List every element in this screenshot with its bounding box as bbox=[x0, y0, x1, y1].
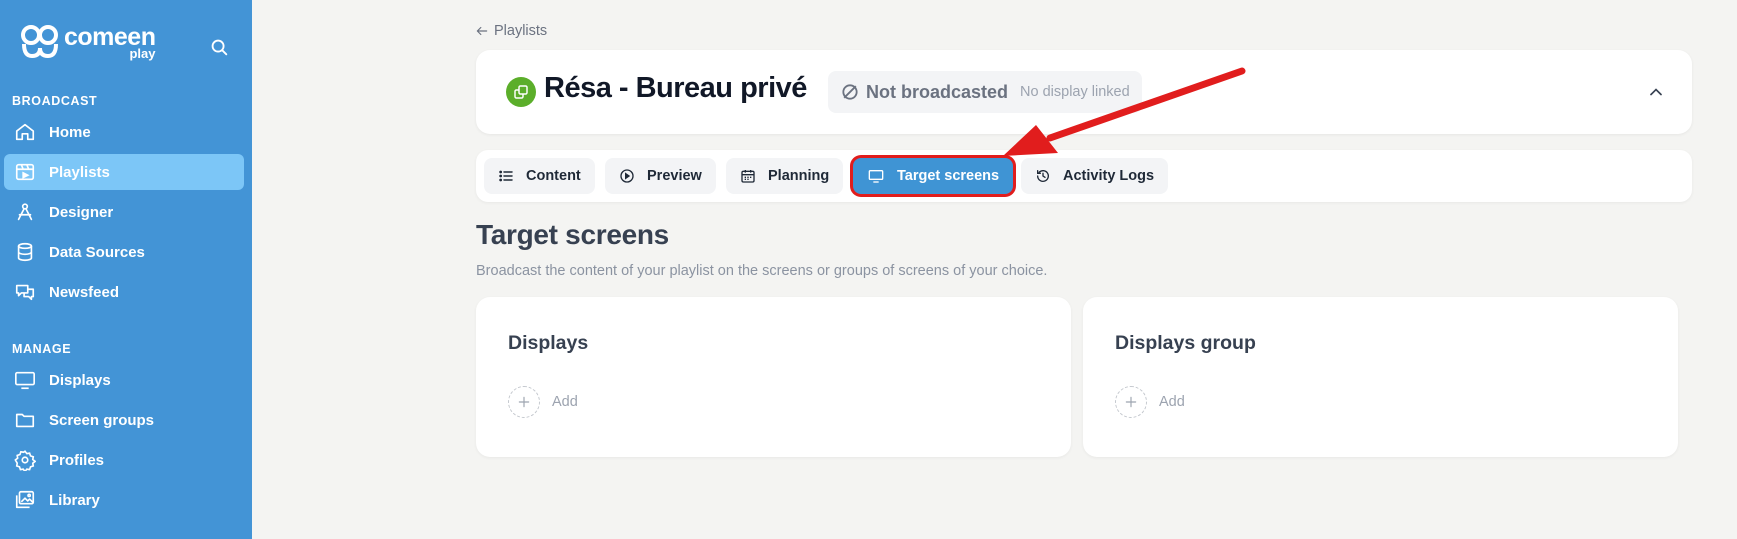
sidebar-item-label: Screen groups bbox=[49, 411, 155, 429]
sidebar-item-data-sources[interactable]: Data Sources bbox=[4, 234, 244, 270]
sidebar-item-label: Displays bbox=[49, 371, 111, 389]
sidebar-item-label: Library bbox=[49, 491, 100, 509]
sidebar-item-label: Designer bbox=[49, 203, 114, 221]
add-label: Add bbox=[1159, 394, 1185, 410]
home-icon bbox=[14, 121, 36, 143]
chat-icon bbox=[14, 281, 36, 303]
panel-title: Displays group bbox=[1115, 332, 1256, 354]
playlist-icon bbox=[14, 161, 36, 183]
tab-preview[interactable]: Preview bbox=[605, 158, 716, 194]
tab-content[interactable]: Content bbox=[484, 158, 595, 194]
sidebar-item-displays[interactable]: Displays bbox=[4, 362, 244, 398]
playlist-header-card: Résa - Bureau privé Not broadcasted No d… bbox=[476, 50, 1692, 134]
status-label: Not broadcasted bbox=[866, 81, 1009, 102]
status-detail: No display linked bbox=[1020, 84, 1130, 100]
calendar-icon bbox=[741, 170, 755, 183]
tab-label: Planning bbox=[768, 168, 830, 184]
add-display-group-button[interactable]: Add bbox=[1115, 386, 1185, 418]
search-icon bbox=[211, 39, 228, 56]
add-label: Add bbox=[552, 394, 578, 410]
back-to-playlists-link[interactable]: Playlists bbox=[475, 23, 547, 39]
not-broadcasted-icon bbox=[842, 84, 858, 100]
list-icon bbox=[499, 170, 513, 182]
plus-icon bbox=[508, 386, 540, 418]
database-icon bbox=[14, 241, 36, 263]
section-label-broadcast: BROADCAST bbox=[12, 94, 98, 108]
tab-label: Activity Logs bbox=[1063, 168, 1155, 184]
monitor-icon bbox=[868, 170, 884, 183]
play-icon bbox=[620, 169, 634, 183]
sidebar-item-label: Newsfeed bbox=[49, 283, 120, 301]
sidebar-item-newsfeed[interactable]: Newsfeed bbox=[4, 274, 244, 310]
playlist-badge bbox=[506, 77, 536, 107]
tab-label: Content bbox=[526, 168, 581, 184]
comeen-logo-icon bbox=[21, 25, 58, 59]
sidebar-item-playlists[interactable]: Playlists bbox=[4, 154, 244, 190]
sidebar-item-screen-groups[interactable]: Screen groups bbox=[4, 402, 244, 438]
arrow-left-icon bbox=[476, 26, 488, 36]
tab-planning[interactable]: Planning bbox=[726, 158, 844, 194]
designer-icon bbox=[14, 201, 36, 223]
tab-activity-logs[interactable]: Activity Logs bbox=[1021, 158, 1169, 194]
section-label-manage: MANAGE bbox=[12, 342, 72, 356]
sidebar-item-label: Playlists bbox=[49, 163, 110, 181]
copy-icon bbox=[514, 85, 528, 99]
folder-icon bbox=[14, 409, 36, 431]
sidebar-item-library[interactable]: Library bbox=[4, 482, 244, 518]
playlist-tabs: Content Preview Planning Target screens … bbox=[476, 150, 1692, 202]
images-icon bbox=[14, 489, 36, 511]
search-button[interactable] bbox=[208, 36, 230, 58]
sidebar-item-label: Data Sources bbox=[49, 243, 145, 261]
displays-panel: Displays Add bbox=[476, 297, 1071, 457]
displays-group-panel: Displays group Add bbox=[1083, 297, 1678, 457]
page-title: Target screens bbox=[476, 219, 669, 250]
sidebar: comeen play BROADCAST Home Playlists Des… bbox=[0, 0, 252, 539]
sidebar-item-home[interactable]: Home bbox=[4, 114, 244, 150]
sidebar-item-label: Profiles bbox=[49, 451, 105, 469]
history-icon bbox=[1037, 170, 1049, 182]
add-display-button[interactable]: Add bbox=[508, 386, 578, 418]
sidebar-item-label: Home bbox=[49, 123, 91, 141]
collapse-header-button[interactable] bbox=[1646, 82, 1666, 102]
broadcast-status-badge: Not broadcasted No display linked bbox=[828, 71, 1142, 113]
sidebar-item-profiles[interactable]: Profiles bbox=[4, 442, 244, 478]
panel-title: Displays bbox=[508, 332, 589, 354]
tab-label: Preview bbox=[647, 168, 702, 184]
comeen-logo[interactable]: comeen play bbox=[20, 24, 156, 60]
tab-target-screens[interactable]: Target screens bbox=[853, 158, 1014, 194]
back-link-label: Playlists bbox=[494, 23, 548, 39]
chevron-up-icon bbox=[1650, 88, 1662, 96]
tab-label: Target screens bbox=[897, 168, 1000, 184]
sidebar-item-designer[interactable]: Designer bbox=[4, 194, 244, 230]
monitor-icon bbox=[14, 369, 36, 391]
gear-icon bbox=[14, 449, 36, 471]
plus-icon bbox=[1115, 386, 1147, 418]
page-description: Broadcast the content of your playlist o… bbox=[476, 263, 1048, 279]
playlist-title: Résa - Bureau privé bbox=[544, 72, 807, 104]
